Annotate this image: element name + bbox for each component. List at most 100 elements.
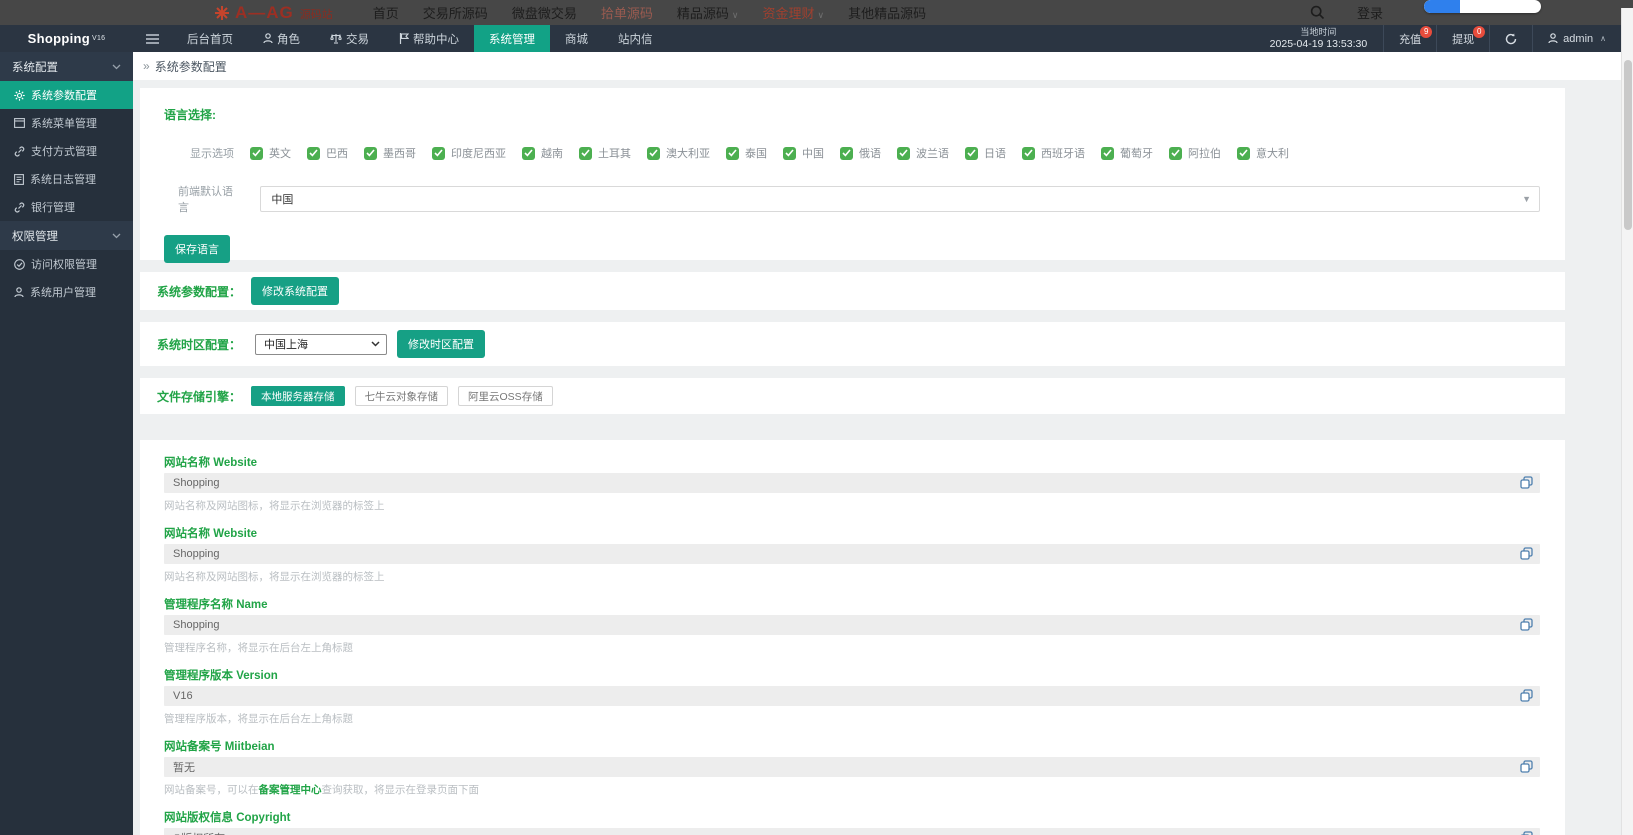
bg-nav-premium[interactable]: 精品源码 ∨ xyxy=(677,3,739,22)
checkbox-checked-icon[interactable] xyxy=(307,146,320,160)
bg-nav-finance[interactable]: 资金理财 ∨ xyxy=(762,3,824,22)
search-icon[interactable] xyxy=(1310,5,1325,20)
app-logo-text: Shopping xyxy=(27,31,90,46)
sidebar-item-label: 支付方式管理 xyxy=(31,146,97,158)
bg-nav-premium-label: 精品源码 xyxy=(676,6,729,21)
sidebar-item-system-menu[interactable]: 系统菜单管理 xyxy=(0,109,133,137)
timezone-card: 系统时区配置： 中国上海 修改时区配置 xyxy=(140,322,1565,366)
storage-qiniu-button[interactable]: 七牛云对象存储 xyxy=(354,386,449,406)
sidebar-section-system-config[interactable]: 系统配置 xyxy=(0,52,133,81)
checkbox-checked-icon[interactable] xyxy=(1101,146,1114,160)
checkbox-checked-icon[interactable] xyxy=(522,146,535,160)
language-checkbox-english[interactable]: 英文 xyxy=(250,145,291,161)
nav-item-roles-label: 角色 xyxy=(277,33,300,46)
nav-item-help-center[interactable]: 帮助中心 xyxy=(384,25,474,52)
sidebar-item-bank-management[interactable]: 银行管理 xyxy=(0,193,133,221)
recharge-badge: 9 xyxy=(1420,26,1433,38)
sidebar-item-system-logs[interactable]: 系统日志管理 xyxy=(0,165,133,193)
copyright-input[interactable] xyxy=(164,828,1540,835)
default-language-label: 前端默认语言 xyxy=(178,186,233,214)
language-checkbox-indonesia[interactable]: 印度尼西亚 xyxy=(432,145,506,161)
checkbox-checked-icon[interactable] xyxy=(1237,146,1250,160)
user-menu[interactable]: admin ∧ xyxy=(1533,25,1621,52)
language-checkbox-thailand[interactable]: 泰国 xyxy=(726,145,767,161)
miitbeian-input[interactable] xyxy=(164,757,1540,777)
nav-item-messages[interactable]: 站内信 xyxy=(603,25,668,52)
language-checkbox-brazil[interactable]: 巴西 xyxy=(307,145,348,161)
help-text: 查询获取，将显示在登录页面下面 xyxy=(321,784,480,796)
page-scrollbar[interactable] xyxy=(1621,8,1633,835)
checkbox-checked-icon[interactable] xyxy=(897,146,910,160)
language-checkbox-china[interactable]: 中国 xyxy=(783,145,824,161)
browser-overlay-pill[interactable] xyxy=(1424,0,1541,13)
recharge-button[interactable]: 充值 9 xyxy=(1384,25,1438,52)
language-checkbox-vietnam[interactable]: 越南 xyxy=(522,145,563,161)
storage-local-button[interactable]: 本地服务器存储 xyxy=(251,386,345,406)
nav-item-mall[interactable]: 商城 xyxy=(550,25,603,52)
sidebar-item-payment-methods[interactable]: 支付方式管理 xyxy=(0,137,133,165)
checkbox-checked-icon[interactable] xyxy=(647,146,660,160)
system-params-label: 系统参数配置： xyxy=(157,284,242,299)
sidebar-item-access-permissions[interactable]: 访问权限管理 xyxy=(0,250,133,278)
nav-item-roles[interactable]: 角色 xyxy=(248,25,315,52)
checkbox-checked-icon[interactable] xyxy=(250,146,263,160)
website-name-input-2[interactable] xyxy=(164,544,1540,564)
checkbox-checked-icon[interactable] xyxy=(432,146,445,160)
nav-item-system-management[interactable]: 系统管理 xyxy=(474,25,550,52)
admin-name-input[interactable] xyxy=(164,615,1540,635)
sidebar-section-permissions[interactable]: 权限管理 xyxy=(0,221,133,250)
site-settings-form-card: 网站名称 Website 网站名称及网站图标，将显示在浏览器的标签上 网站名称 … xyxy=(140,440,1565,835)
checkbox-checked-icon[interactable] xyxy=(783,146,796,160)
default-language-select[interactable]: 中国 ▼ xyxy=(260,186,1540,212)
field-miitbeian: 网站备案号 Miitbeian 网站备案号，可以在备案管理中心查询获取，将显示在… xyxy=(164,738,1540,797)
bg-nav-orders[interactable]: 拾单源码 xyxy=(601,3,653,22)
language-checkbox-polish[interactable]: 波兰语 xyxy=(897,145,949,161)
refresh-button[interactable] xyxy=(1490,25,1534,52)
bg-nav-microtrade[interactable]: 微盘微交易 xyxy=(512,3,577,22)
nav-item-dashboard[interactable]: 后台首页 xyxy=(172,25,248,52)
scrollbar-thumb[interactable] xyxy=(1624,60,1632,230)
copy-icon[interactable] xyxy=(1520,689,1533,702)
language-checkbox-arabic[interactable]: 阿拉伯 xyxy=(1169,145,1221,161)
sidebar-item-label: 系统用户管理 xyxy=(30,287,96,299)
checkbox-checked-icon[interactable] xyxy=(1169,146,1182,160)
copy-icon[interactable] xyxy=(1520,476,1533,489)
bg-nav-other[interactable]: 其他精品源码 xyxy=(848,3,926,22)
withdraw-button[interactable]: 提现 0 xyxy=(1437,25,1491,52)
language-checkbox-australia[interactable]: 澳大利亚 xyxy=(647,145,710,161)
copy-icon[interactable] xyxy=(1520,760,1533,773)
save-language-button[interactable]: 保存语言 xyxy=(164,235,230,263)
admin-version-input[interactable] xyxy=(164,686,1540,706)
copy-icon[interactable] xyxy=(1520,547,1533,560)
copy-icon[interactable] xyxy=(1520,831,1533,835)
language-checkbox-portuguese[interactable]: 葡萄牙 xyxy=(1101,145,1153,161)
nav-item-trade[interactable]: 交易 xyxy=(315,25,384,52)
language-checkbox-turkey[interactable]: 土耳其 xyxy=(579,145,631,161)
language-checkbox-italian[interactable]: 意大利 xyxy=(1237,145,1289,161)
sidebar-item-system-users[interactable]: 系统用户管理 xyxy=(0,278,133,306)
checkbox-checked-icon[interactable] xyxy=(364,146,377,160)
checkbox-label: 俄语 xyxy=(859,148,881,160)
checkbox-label: 印度尼西亚 xyxy=(451,148,506,160)
bg-nav-exchange[interactable]: 交易所源码 xyxy=(423,3,488,22)
checkbox-checked-icon[interactable] xyxy=(840,146,853,160)
beian-center-link[interactable]: 备案管理中心 xyxy=(259,784,322,796)
bg-nav-home[interactable]: 首页 xyxy=(373,3,399,22)
website-name-input[interactable] xyxy=(164,473,1540,493)
copy-icon[interactable] xyxy=(1520,618,1533,631)
checkbox-checked-icon[interactable] xyxy=(1022,146,1035,160)
hamburger-menu-icon[interactable] xyxy=(133,25,172,52)
language-checkbox-japanese[interactable]: 日语 xyxy=(965,145,1006,161)
language-checkbox-spanish[interactable]: 西班牙语 xyxy=(1022,145,1085,161)
checkbox-checked-icon[interactable] xyxy=(965,146,978,160)
checkbox-checked-icon[interactable] xyxy=(726,146,739,160)
modify-system-config-button[interactable]: 修改系统配置 xyxy=(251,277,340,305)
language-checkbox-mexico[interactable]: 墨西哥 xyxy=(364,145,416,161)
storage-aliyun-oss-button[interactable]: 阿里云OSS存储 xyxy=(458,386,553,406)
checkbox-checked-icon[interactable] xyxy=(579,146,592,160)
sidebar-item-system-params[interactable]: 系统参数配置 xyxy=(0,81,133,109)
language-checkbox-russian[interactable]: 俄语 xyxy=(840,145,881,161)
modify-timezone-button[interactable]: 修改时区配置 xyxy=(397,330,486,358)
timezone-select[interactable]: 中国上海 xyxy=(255,333,388,355)
login-link[interactable]: 登录 xyxy=(1357,3,1383,22)
